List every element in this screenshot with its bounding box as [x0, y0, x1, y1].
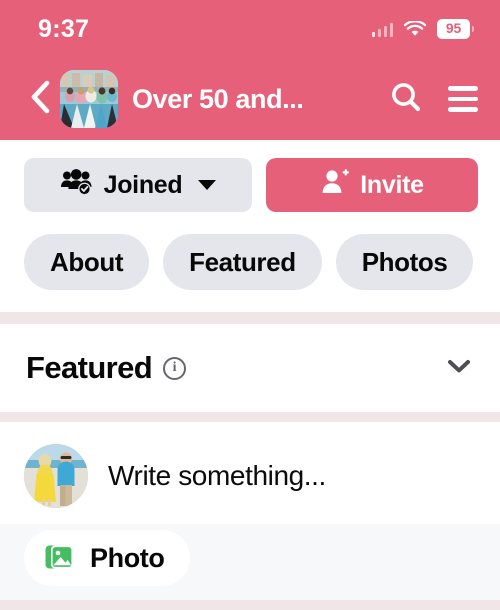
composer-bottom-spacer	[0, 586, 500, 600]
section-divider	[0, 312, 500, 324]
tab-photos[interactable]: Photos	[335, 234, 474, 290]
section-divider	[0, 600, 500, 610]
featured-title: Featured	[26, 350, 153, 385]
avatar[interactable]	[24, 444, 88, 508]
battery-icon: 95	[437, 19, 474, 39]
status-bar: 9:37 95	[0, 0, 500, 58]
menu-button[interactable]	[448, 86, 478, 112]
joined-button[interactable]: Joined	[24, 158, 252, 212]
tab-about[interactable]: About	[24, 234, 150, 290]
back-chevron-icon	[29, 80, 51, 119]
header-actions	[390, 81, 478, 118]
section-divider	[0, 412, 500, 422]
battery-percent-label: 95	[445, 20, 462, 36]
photo-stack-icon	[44, 542, 78, 575]
group-tabs: About Featured Photos	[0, 226, 500, 312]
post-composer: Write something... Photo	[0, 422, 500, 600]
search-button[interactable]	[390, 81, 422, 118]
group-action-buttons: Joined Invite	[0, 140, 500, 226]
photo-attach-button[interactable]: Photo	[24, 530, 191, 586]
info-glyph: i	[172, 360, 177, 375]
group-check-icon	[60, 168, 94, 203]
tab-featured[interactable]: Featured	[163, 234, 322, 290]
composer-placeholder[interactable]: Write something...	[108, 460, 326, 492]
wifi-icon	[403, 20, 427, 37]
group-avatar[interactable]	[60, 70, 118, 128]
chevron-down-icon	[198, 180, 217, 190]
composer-row[interactable]: Write something...	[0, 422, 500, 524]
hamburger-menu-icon	[448, 86, 478, 112]
cellular-signal-icon	[371, 22, 393, 37]
invite-button[interactable]: Invite	[266, 158, 478, 212]
invite-button-label: Invite	[360, 170, 424, 199]
back-button[interactable]	[22, 79, 58, 119]
composer-attachments: Photo	[0, 524, 500, 586]
navigation-bar: Over 50 and...	[0, 58, 500, 140]
featured-section-header: Featured i	[0, 324, 500, 412]
info-circle-icon[interactable]: i	[163, 356, 187, 380]
featured-collapse-button[interactable]	[444, 356, 474, 381]
joined-button-label: Joined	[103, 170, 183, 199]
person-add-icon	[320, 168, 350, 203]
chevron-down-icon	[444, 359, 474, 380]
photo-attach-label: Photo	[90, 542, 165, 573]
status-indicators: 95	[371, 19, 474, 39]
status-time: 9:37	[38, 14, 90, 43]
group-page-screen: 9:37 95 Over 50 and... Joined Invite Abo…	[0, 0, 500, 610]
app-header: 9:37 95 Over 50 and...	[0, 0, 500, 140]
search-icon	[390, 81, 422, 118]
page-title: Over 50 and...	[132, 83, 304, 114]
